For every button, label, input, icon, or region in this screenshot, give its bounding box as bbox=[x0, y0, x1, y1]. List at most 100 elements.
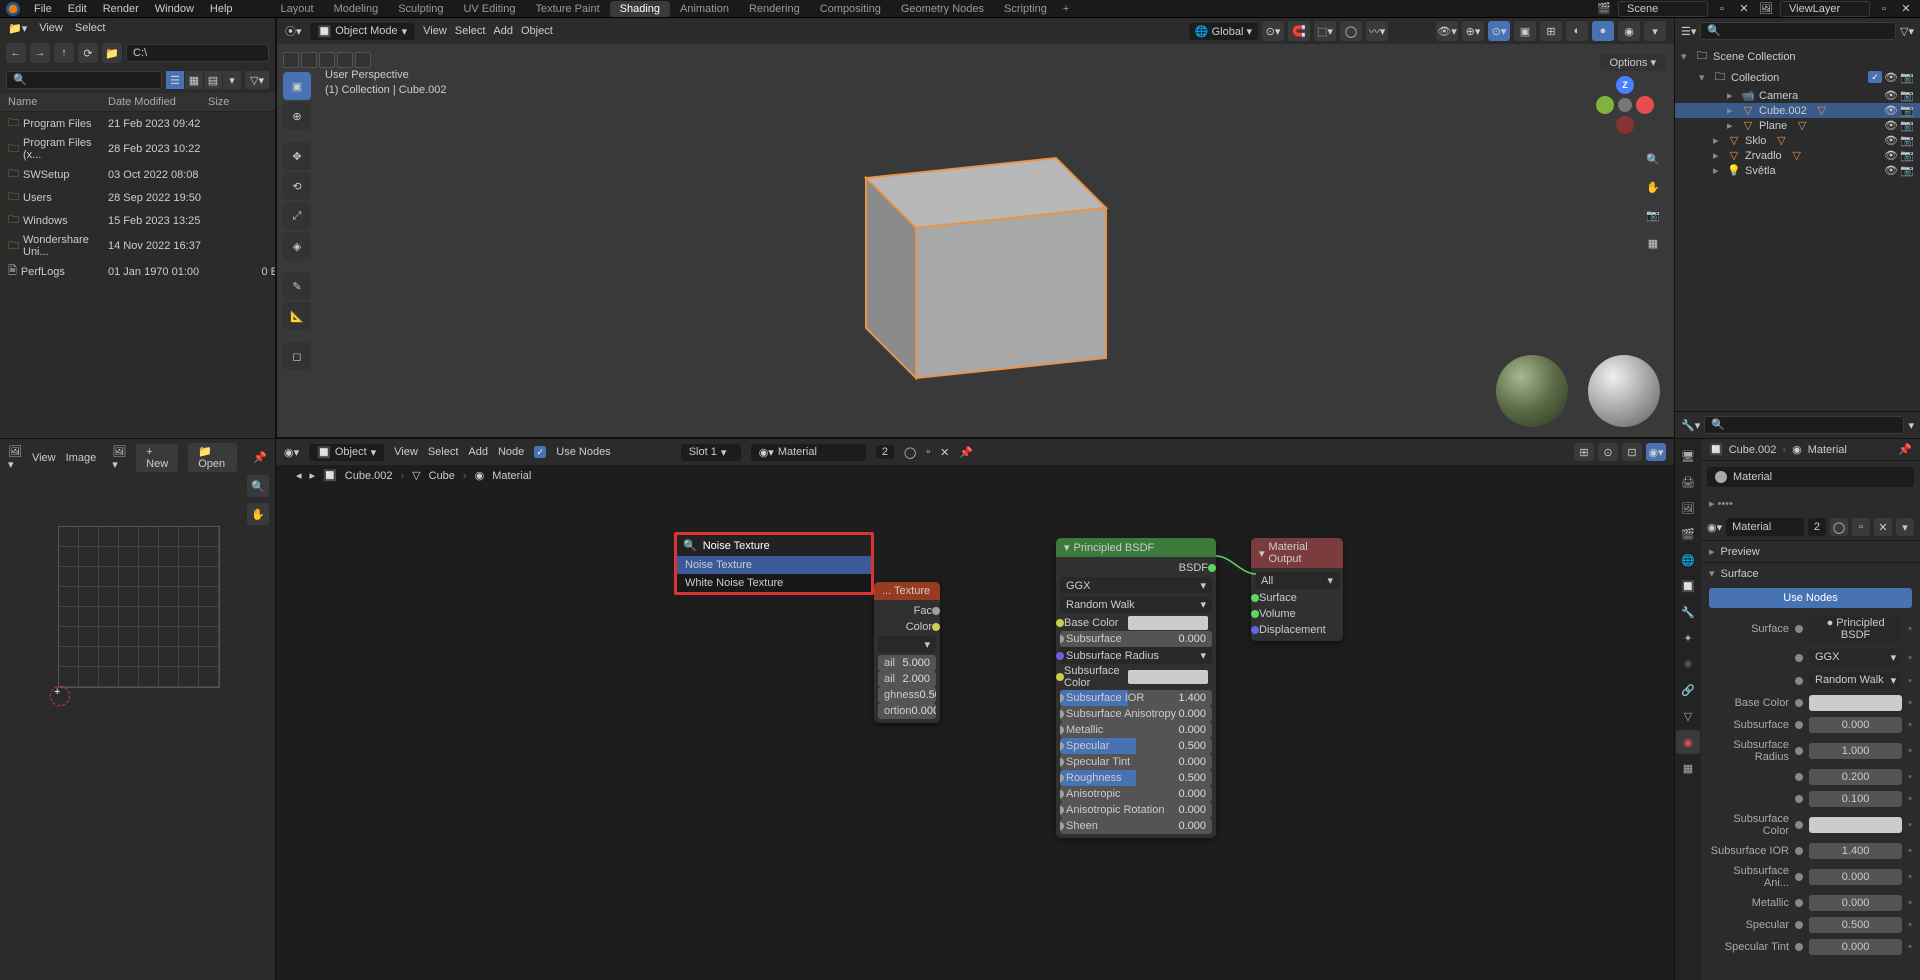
color-swatch[interactable] bbox=[1809, 695, 1902, 711]
bc-material[interactable]: Material bbox=[1808, 444, 1847, 456]
gizmo-y[interactable] bbox=[1596, 96, 1614, 114]
add-workspace-button[interactable]: + bbox=[1057, 1, 1075, 17]
render-icon[interactable]: 📷 bbox=[1900, 119, 1914, 132]
bc-object[interactable]: Cube.002 bbox=[1729, 444, 1777, 456]
material-new-icon[interactable]: ▫ bbox=[926, 446, 930, 458]
vp-object[interactable]: Object bbox=[521, 25, 553, 37]
ne-snap-icon[interactable]: ⊡ bbox=[1622, 443, 1642, 461]
bc-mesh[interactable]: Cube bbox=[429, 470, 455, 482]
ne-select[interactable]: Select bbox=[428, 446, 459, 458]
tab-material[interactable]: ◉ bbox=[1676, 730, 1700, 754]
tab-texture-paint[interactable]: Texture Paint bbox=[525, 1, 609, 17]
gizmo-center[interactable] bbox=[1618, 98, 1632, 112]
editor-type-icon[interactable]: ☰▾ bbox=[1681, 25, 1696, 38]
file-row[interactable]: 🗀Program Files21 Feb 2023 09:42 bbox=[0, 112, 275, 135]
nav-back-button[interactable]: ← bbox=[6, 43, 26, 63]
outliner-search-input[interactable] bbox=[1700, 22, 1896, 40]
driver-icon[interactable]: • bbox=[1908, 919, 1912, 931]
viewport-3d[interactable]: ⦿▾ 🔲Object Mode▾ View Select Add Object … bbox=[276, 18, 1674, 438]
node-header[interactable]: ... Texture bbox=[874, 582, 940, 600]
bc-object[interactable]: Cube.002 bbox=[345, 470, 393, 482]
tab-render[interactable]: 🖥 bbox=[1676, 444, 1700, 468]
driver-icon[interactable]: • bbox=[1908, 771, 1912, 783]
driver-icon[interactable]: • bbox=[1908, 675, 1912, 687]
col-name[interactable]: Name bbox=[8, 96, 108, 108]
sel-5[interactable] bbox=[355, 52, 371, 68]
file-row[interactable]: 🗀SWSetup03 Oct 2022 08:08 bbox=[0, 163, 275, 186]
node-slider[interactable]: ail5.000 bbox=[878, 655, 936, 671]
slider[interactable]: 0.000 bbox=[1809, 939, 1902, 955]
tab-rendering[interactable]: Rendering bbox=[739, 1, 810, 17]
ne-backdrop-icon[interactable]: ⊙ bbox=[1598, 443, 1618, 461]
tab-physics[interactable]: ⚛ bbox=[1676, 652, 1700, 676]
unlink-icon[interactable]: ✕ bbox=[1874, 518, 1892, 536]
material-unlink-icon[interactable]: ✕ bbox=[940, 446, 949, 459]
shading-rendered-icon[interactable]: ◉ bbox=[1618, 21, 1640, 41]
sel-2[interactable] bbox=[301, 52, 317, 68]
image-canvas[interactable] bbox=[0, 476, 275, 756]
node-header[interactable]: ▾Material Output bbox=[1251, 538, 1343, 568]
material-browse-icon[interactable]: ◉▾ bbox=[1707, 521, 1722, 534]
file-row[interactable]: 🗀Program Files (x...28 Feb 2023 10:22 bbox=[0, 135, 275, 163]
material-name-field[interactable]: Material bbox=[1726, 518, 1804, 536]
nav-gizmo[interactable]: Z bbox=[1596, 76, 1654, 134]
tab-data[interactable]: ▽ bbox=[1676, 704, 1700, 728]
pin-icon[interactable]: 📌 bbox=[253, 451, 267, 464]
shader-type-dropdown[interactable]: 🔲Object▾ bbox=[309, 444, 384, 461]
tool-measure[interactable]: 📐 bbox=[283, 302, 311, 330]
fake-user-icon[interactable]: ◯ bbox=[1830, 518, 1848, 536]
node-slider[interactable]: Specular Tint0.000 bbox=[1060, 754, 1212, 770]
vp-view[interactable]: View bbox=[423, 25, 447, 37]
material-list-item[interactable]: Material bbox=[1707, 467, 1914, 487]
outliner-item[interactable]: ▸▽Sklo▽👁📷 bbox=[1675, 133, 1920, 148]
node-header[interactable]: ▾Principled BSDF bbox=[1056, 538, 1216, 557]
render-icon[interactable]: 📷 bbox=[1900, 149, 1914, 162]
noise-dd[interactable]: ▾ bbox=[878, 636, 936, 653]
node-color[interactable]: Base Color bbox=[1060, 615, 1212, 631]
tab-output[interactable]: 🖨 bbox=[1676, 470, 1700, 494]
camera-icon[interactable]: 📷 bbox=[1642, 204, 1664, 226]
menu-icon[interactable]: ▾ bbox=[1896, 518, 1914, 536]
sss-method-dd[interactable]: Random Walk▾ bbox=[1060, 596, 1212, 613]
editor-type-icon[interactable]: ◉▾ bbox=[284, 446, 299, 459]
bc-material[interactable]: Material bbox=[492, 470, 531, 482]
expand-indicator[interactable]: ▸ •••• bbox=[1701, 493, 1920, 514]
dropdown[interactable]: GGX▾ bbox=[1809, 649, 1902, 666]
file-row[interactable]: 🗎PerfLogs01 Jan 1970 01:000 B bbox=[0, 260, 275, 283]
tool-add-cube[interactable]: ◻ bbox=[283, 342, 311, 370]
driver-icon[interactable]: • bbox=[1908, 793, 1912, 805]
tab-constraints[interactable]: 🔗 bbox=[1676, 678, 1700, 702]
editor-type-icon[interactable]: 📁▾ bbox=[8, 22, 27, 35]
options-button[interactable]: Options ▾ bbox=[1600, 54, 1667, 71]
slider[interactable]: 1.000 bbox=[1809, 743, 1902, 759]
editor-type-icon[interactable]: 🔧▾ bbox=[1681, 419, 1700, 432]
col-size[interactable]: Size bbox=[208, 96, 268, 108]
sel-1[interactable] bbox=[283, 52, 299, 68]
sel-4[interactable] bbox=[337, 52, 353, 68]
perspective-icon[interactable]: ▦ bbox=[1642, 232, 1664, 254]
material-pin-icon[interactable]: 📌 bbox=[959, 446, 973, 459]
preview-panel[interactable]: ▸Preview bbox=[1701, 541, 1920, 562]
menu-edit[interactable]: Edit bbox=[60, 3, 95, 15]
surface-panel[interactable]: ▾Surface bbox=[1701, 563, 1920, 584]
material-users[interactable]: 2 bbox=[1808, 518, 1826, 536]
viewlayer-new-icon[interactable]: ▫ bbox=[1876, 2, 1892, 16]
outliner-collection[interactable]: ▾🗀Collection 👁📷 bbox=[1675, 67, 1920, 88]
gizmo-icon[interactable]: ⊕▾ bbox=[1462, 21, 1484, 41]
editor-type-icon[interactable]: 🖼▾ bbox=[8, 445, 22, 471]
tool-annotate[interactable]: ✎ bbox=[283, 272, 311, 300]
node-color[interactable]: Subsurface Color bbox=[1060, 664, 1212, 690]
noise-texture-node-partial[interactable]: ... Texture Fac Color ▾ ail5.000ail2.000… bbox=[874, 582, 940, 723]
gizmo-x[interactable] bbox=[1636, 96, 1654, 114]
node-slider[interactable]: ghness0.500 bbox=[878, 687, 936, 703]
file-row[interactable]: 🗀Users28 Sep 2022 19:50 bbox=[0, 186, 275, 209]
node-search-input[interactable] bbox=[703, 540, 865, 552]
driver-icon[interactable]: • bbox=[1908, 845, 1912, 857]
tab-modifiers[interactable]: 🔧 bbox=[1676, 600, 1700, 624]
ie-image[interactable]: Image bbox=[66, 452, 97, 464]
new-button[interactable]: + New bbox=[136, 444, 178, 472]
output-target-dd[interactable]: All▾ bbox=[1255, 572, 1339, 589]
tool-transform[interactable]: ◈ bbox=[283, 232, 311, 260]
ne-view[interactable]: View bbox=[394, 446, 418, 458]
slider[interactable]: 0.100 bbox=[1809, 791, 1902, 807]
